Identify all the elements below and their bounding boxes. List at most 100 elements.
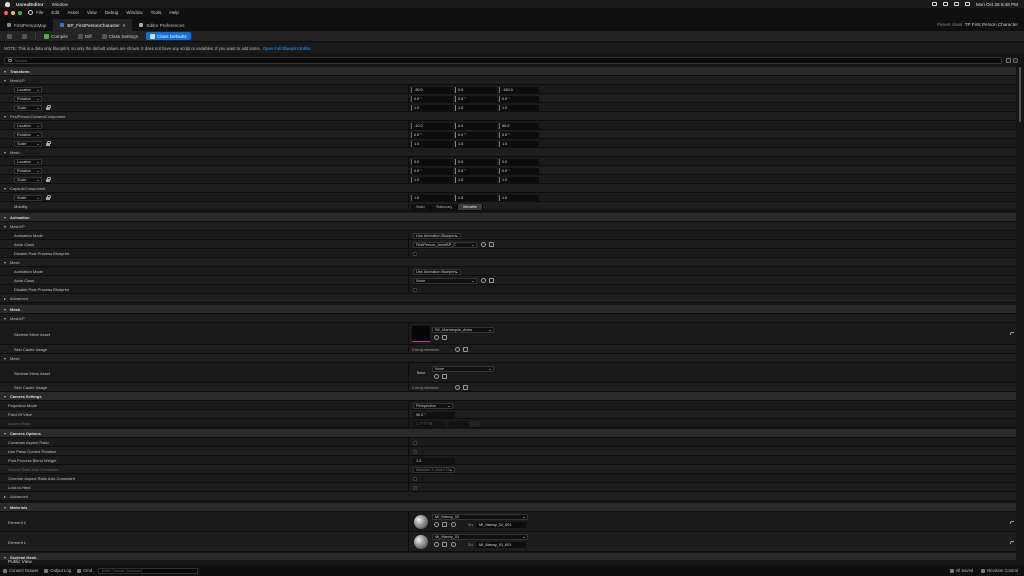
expand-arrow-icon[interactable] [4,225,6,228]
menu-window[interactable]: Window [52,2,68,7]
folder-icon[interactable] [442,335,447,340]
rotation-dropdown[interactable]: Rotation [14,167,42,174]
expand-arrow-icon[interactable] [4,317,6,320]
diff-button[interactable]: Diff [76,32,94,40]
material-src-field[interactable]: MI_Manny_02_001 [476,521,526,528]
wifi-icon[interactable] [942,2,948,6]
lock-hmd-checkbox[interactable]: ✓ [413,485,417,490]
advanced-section[interactable]: Advanced [0,294,1016,303]
details-scrollbar[interactable] [1018,67,1022,560]
battery-icon[interactable] [931,2,937,6]
console-input[interactable]: Enter Console Command [97,567,198,574]
category-camera-settings[interactable]: Camera Settings [0,392,1016,401]
location-z-field[interactable]: 60.0 [499,122,539,129]
component-mesh[interactable]: Mesh [0,354,1016,363]
location-z-field[interactable]: 0.0 [499,158,539,165]
menu-help[interactable]: Help [169,10,178,15]
class-settings-button[interactable]: Class Settings [100,32,140,40]
expand-arrow-icon[interactable] [4,151,6,154]
tab-blueprint[interactable]: BP_FirstPersonCharacter × [53,19,133,31]
clock[interactable]: Mon Oct 28 8:48 PM [976,2,1018,7]
component-mesh1p[interactable]: Mesh1P [0,314,1016,323]
folder-icon[interactable] [489,242,494,247]
category-mesh[interactable]: Mesh [0,305,1016,314]
minimize-window-button[interactable] [11,10,15,15]
compile-button[interactable]: Compile [42,32,70,40]
tab-editor-preferences[interactable]: Editor Preferences [132,19,191,31]
app-name[interactable]: UnrealEditor [16,2,44,7]
category-animation[interactable]: Animation [0,213,1016,222]
rotation-y-field[interactable]: 0.0 ° [455,95,497,102]
scale-z-field[interactable]: 1.0 [499,194,539,201]
mobility-movable[interactable]: Movable [458,203,483,210]
mobility-stationary[interactable]: Stationary [431,203,459,210]
rotation-z-field[interactable]: 0.0 ° [499,95,539,102]
fov-field[interactable]: 90.0 ° [413,411,455,418]
grid-view-icon[interactable] [1006,58,1011,63]
location-dropdown[interactable]: Location [14,122,42,129]
mesh-thumbnail[interactable] [412,326,430,342]
menu-window[interactable]: Window [126,10,142,15]
folder-icon[interactable] [489,278,494,283]
scale-x-field[interactable]: 1.0 [411,140,453,147]
scale-y-field[interactable]: 1.0 [455,104,497,111]
lock-icon[interactable] [46,105,51,110]
rotation-x-field[interactable]: 0.0 ° [411,131,453,138]
projection-mode-dropdown[interactable]: Perspective [413,402,453,409]
mesh-thumbnail[interactable]: None [412,365,430,381]
expand-arrow-icon[interactable] [4,495,6,498]
browse-icon[interactable] [434,542,439,547]
browse-button[interactable] [20,32,29,40]
expand-arrow-icon[interactable] [4,432,6,435]
tab-level[interactable]: FirstPersonMap [0,19,53,31]
settings-icon[interactable] [1013,58,1018,63]
scrollbar-thumb[interactable] [1019,67,1021,122]
details-search-input[interactable]: Search [4,57,1002,64]
material-src-field[interactable]: MI_Manny_01_001 [476,541,526,548]
apple-icon[interactable] [5,1,10,7]
add-icon[interactable] [455,385,460,390]
skeletal-mesh-dropdown[interactable]: None [432,366,494,372]
location-z-field[interactable]: -150.0 [499,86,539,93]
material-thumbnail[interactable] [414,515,428,529]
rotation-z-field[interactable]: 0.0 ° [499,167,539,174]
reset-icon[interactable] [1010,541,1014,544]
output-log-button[interactable]: Output Log [44,568,71,573]
scale-y-field[interactable]: 1.0 [455,176,497,183]
browse-icon[interactable] [481,242,486,247]
menu-file[interactable]: File [36,10,43,15]
anim-class-dropdown[interactable]: None [413,277,477,284]
expand-arrow-icon[interactable] [4,506,6,509]
lock-icon[interactable] [46,141,51,146]
expand-arrow-icon[interactable] [4,216,6,219]
material-options-icon[interactable] [451,522,456,527]
menu-view[interactable]: View [87,10,97,15]
component-mesh[interactable]: Mesh [0,148,1016,157]
location-dropdown[interactable]: Location [14,86,42,93]
expand-arrow-icon[interactable] [4,308,6,311]
rotation-y-field[interactable]: 0.0 ° [455,131,497,138]
anim-class-dropdown[interactable]: FirstPerson_AnimBP_C [413,241,477,248]
save-status[interactable]: All Saved [949,568,973,573]
parent-class-link[interactable]: TP First Person Character [965,22,1018,27]
browse-icon[interactable] [481,278,486,283]
category-camera-options[interactable]: Camera Options [0,429,1016,438]
category-materials[interactable]: Materials [0,503,1016,512]
disable-pp-checkbox[interactable] [413,287,417,292]
cmd-dropdown[interactable]: Cmd [77,568,92,573]
menu-debug[interactable]: Debug [105,10,119,15]
reset-icon[interactable] [1010,332,1014,335]
scale-z-field[interactable]: 1.0 [499,104,539,111]
location-y-field[interactable]: 0.0 [455,122,497,129]
scale-dropdown[interactable]: Scale [14,104,42,111]
save-button[interactable] [5,32,14,40]
material-options-icon[interactable] [451,542,456,547]
folder-icon[interactable] [442,522,447,527]
trash-icon[interactable] [463,347,468,352]
component-mesh1p[interactable]: Mesh1P [0,76,1016,85]
scale-y-field[interactable]: 1.0 [455,194,497,201]
folder-icon[interactable] [442,542,447,547]
rotation-dropdown[interactable]: Rotation [14,131,42,138]
browse-icon[interactable] [434,522,439,527]
location-y-field[interactable]: 0.0 [455,158,497,165]
